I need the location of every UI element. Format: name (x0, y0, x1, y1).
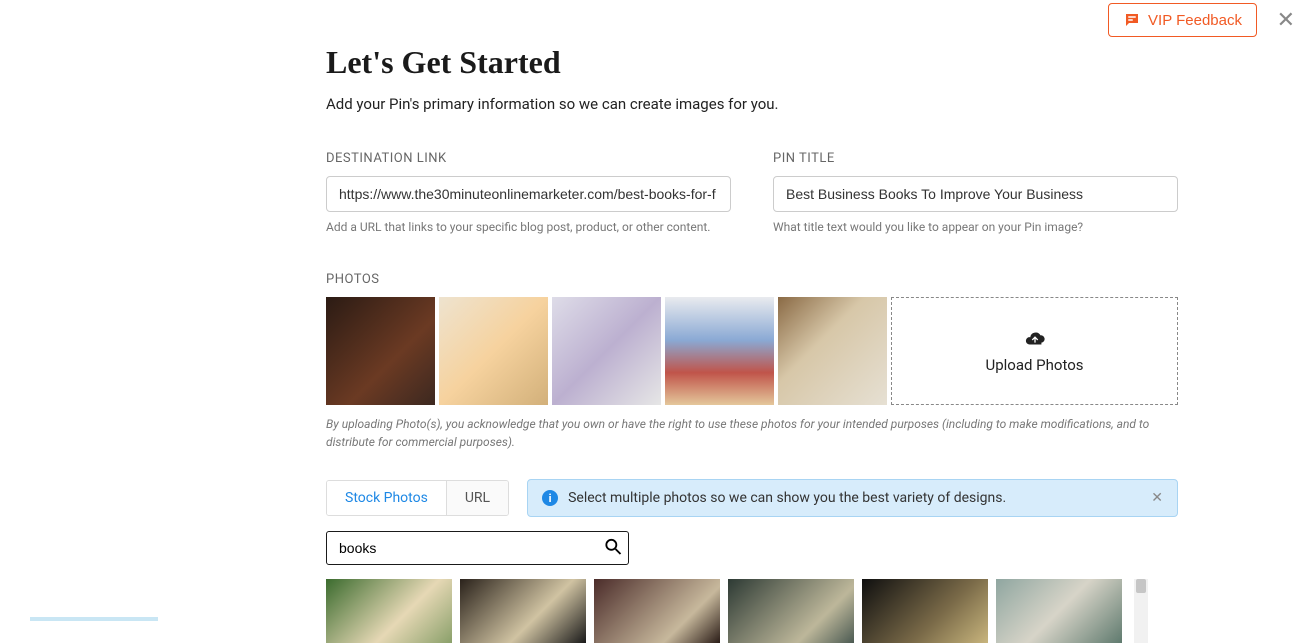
upload-photos-label: Upload Photos (985, 356, 1083, 374)
selected-photo-thumb[interactable] (326, 297, 435, 405)
upload-photos-button[interactable]: Upload Photos (891, 297, 1178, 405)
stock-photo-thumb[interactable] (862, 579, 988, 643)
stock-photo-thumb[interactable] (728, 579, 854, 643)
stock-photo-thumb[interactable] (996, 579, 1122, 643)
search-icon (603, 537, 623, 557)
info-tip: i Select multiple photos so we can show … (527, 479, 1178, 517)
destination-link-label: DESTINATION LINK (326, 151, 731, 166)
tab-stock-photos[interactable]: Stock Photos (327, 481, 447, 515)
stock-results (326, 579, 1122, 643)
pin-title-label: PIN TITLE (773, 151, 1178, 166)
destination-link-input[interactable] (326, 176, 731, 212)
destination-link-helper: Add a URL that links to your specific bl… (326, 220, 731, 234)
tab-url[interactable]: URL (447, 481, 508, 515)
page-title: Let's Get Started (326, 44, 1178, 81)
photo-source-tabs: Stock Photos URL (326, 480, 509, 516)
stock-search-input[interactable] (326, 531, 629, 565)
stock-photo-thumb[interactable] (594, 579, 720, 643)
results-scrollbar[interactable] (1134, 579, 1148, 643)
close-icon[interactable]: ✕ (1277, 10, 1295, 32)
page-subtitle: Add your Pin's primary information so we… (326, 95, 1178, 113)
pin-title-field: PIN TITLE What title text would you like… (773, 151, 1178, 234)
info-icon: i (542, 490, 558, 506)
pin-title-helper: What title text would you like to appear… (773, 220, 1178, 234)
bottom-accent-bar (30, 617, 158, 621)
selected-photo-thumb[interactable] (665, 297, 774, 405)
selected-photo-thumb[interactable] (552, 297, 661, 405)
upload-disclaimer: By uploading Photo(s), you acknowledge t… (326, 415, 1178, 451)
destination-link-field: DESTINATION LINK Add a URL that links to… (326, 151, 731, 234)
vip-feedback-button[interactable]: VIP Feedback (1108, 3, 1257, 37)
main-form: Let's Get Started Add your Pin's primary… (326, 0, 1178, 643)
selected-photo-thumb[interactable] (778, 297, 887, 405)
tip-close-icon[interactable]: ✕ (1151, 490, 1163, 506)
search-button[interactable] (603, 537, 623, 560)
chat-icon (1123, 11, 1141, 29)
stock-photo-thumb[interactable] (326, 579, 452, 643)
pin-title-input[interactable] (773, 176, 1178, 212)
vip-feedback-label: VIP Feedback (1148, 12, 1242, 29)
info-tip-text: Select multiple photos so we can show yo… (568, 490, 1006, 506)
selected-photo-thumb[interactable] (439, 297, 548, 405)
stock-photo-thumb[interactable] (460, 579, 586, 643)
cloud-upload-icon (1024, 328, 1046, 350)
photos-label: PHOTOS (326, 272, 1178, 287)
